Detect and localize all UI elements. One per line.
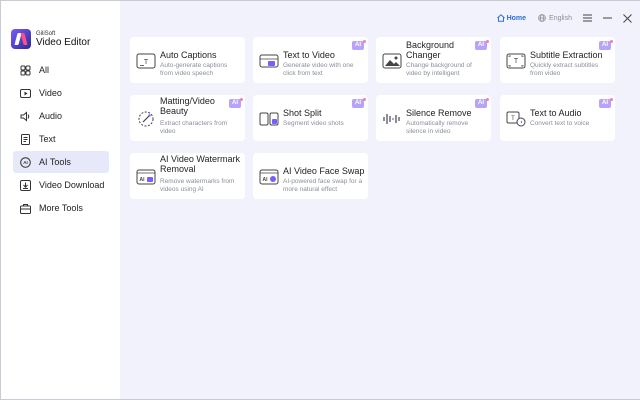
tool-card-ai-video-face-swap[interactable]: AI AI Video Face Swap AI-powered face sw… [253, 153, 368, 199]
tool-desc: Change background of video by intelligen… [406, 62, 472, 77]
tool-title: Subtitle Extraction [530, 50, 603, 60]
tool-desc: Auto-generate captions from video speech [160, 62, 228, 77]
title-bar: Home English [496, 11, 632, 25]
tool-desc: Remove watermarks from videos using AI [160, 178, 235, 193]
language-label: English [549, 14, 572, 22]
waveform-icon [383, 114, 400, 124]
brand-company: GiliSoft [36, 30, 56, 37]
sidebar-item-text[interactable]: Text [13, 128, 109, 150]
tool-title: Background Changer [406, 40, 455, 60]
tool-desc: Quickly extract subtitles from video [530, 62, 599, 77]
tool-card-matting-video-beauty[interactable]: AI Matting/Video Beauty Extract characte… [130, 95, 245, 141]
globe-icon [538, 14, 546, 22]
main-panel: Home English T Auto Captions Auto-genera… [120, 1, 640, 399]
sidebar-item-label: Video Download [39, 180, 105, 190]
sidebar-item-label: Video [39, 88, 62, 98]
ai-badge: AI [352, 98, 366, 108]
sidebar-item-more-tools[interactable]: More Tools [13, 197, 109, 219]
tool-title: Text to Video [283, 50, 335, 60]
hamburger-icon [582, 14, 592, 22]
tool-card-background-changer[interactable]: AI Background Changer Change background … [376, 37, 491, 83]
tool-desc: Extract characters from video [160, 120, 228, 135]
sidebar-item-ai-tools[interactable]: AI AI Tools [13, 151, 109, 173]
sidebar: GiliSoft Video Editor All Video Audio Te… [1, 1, 120, 399]
ai-badge: AI [599, 98, 613, 108]
ai-badge: AI [229, 98, 243, 108]
close-icon [622, 13, 632, 23]
tool-title: AI Video Face Swap [283, 166, 365, 176]
subtitle-icon: T [506, 53, 526, 69]
svg-text:AI: AI [263, 177, 269, 183]
tool-desc: Generate video with one click from text [283, 62, 354, 77]
tool-desc: AI-powered face swap for a more natural … [283, 178, 363, 193]
tool-card-silence-remove[interactable]: AI Silence Remove Automatically remove s… [376, 95, 491, 141]
tool-card-ai-video-watermark-removal[interactable]: AI AI Video Watermark Removal Remove wat… [130, 153, 245, 199]
tools-icon [20, 203, 31, 214]
tool-card-auto-captions[interactable]: T Auto Captions Auto-generate captions f… [130, 37, 245, 83]
brand-product: Video Editor [36, 36, 91, 48]
magic-wand-icon [138, 111, 154, 127]
ai-badge: AI [352, 40, 366, 50]
tool-title: Text to Audio [530, 108, 582, 118]
ai-icon: AI [20, 156, 31, 168]
app-window: GiliSoft Video Editor All Video Audio Te… [0, 0, 640, 400]
face-swap-icon: AI [259, 169, 279, 185]
tool-title: Matting/Video Beauty [160, 96, 215, 116]
svg-text:T: T [514, 58, 519, 65]
minimize-icon [602, 17, 612, 19]
close-button[interactable] [622, 13, 632, 23]
play-icon [20, 88, 31, 99]
ai-badge: AI [475, 40, 489, 50]
tool-title: Silence Remove [406, 108, 472, 118]
ai-badge: AI [475, 98, 489, 108]
app-logo-icon [11, 29, 31, 49]
grid-icon [20, 65, 31, 76]
svg-text:AI: AI [140, 177, 146, 183]
tool-desc: Convert text to voice [530, 120, 590, 127]
speaker-icon [20, 110, 31, 122]
tool-card-shot-split[interactable]: AI Shot Split Segment video shots [253, 95, 368, 141]
home-icon [496, 14, 505, 22]
sidebar-item-video-download[interactable]: Video Download [13, 174, 109, 196]
tool-title: Shot Split [283, 108, 322, 118]
sidebar-item-audio[interactable]: Audio [13, 105, 109, 127]
text-to-video-icon [259, 54, 279, 68]
sidebar-item-label: Text [39, 134, 56, 144]
sidebar-item-label: AI Tools [39, 157, 71, 167]
ai-badge: AI [599, 40, 613, 50]
tool-title: AI Video Watermark Removal [160, 154, 241, 174]
tool-desc: Automatically remove silence in video [406, 120, 469, 135]
sidebar-item-label: Audio [39, 111, 63, 121]
watermark-remove-icon: AI [136, 169, 156, 185]
sidebar-item-video[interactable]: Video [13, 82, 109, 104]
image-icon [382, 53, 402, 69]
tool-title: Auto Captions [160, 50, 217, 60]
tool-card-subtitle-extraction[interactable]: AI T Subtitle Extraction Quickly extract… [500, 37, 615, 83]
home-button[interactable]: Home [496, 14, 527, 22]
svg-text:AI: AI [23, 160, 28, 165]
language-selector[interactable]: English [538, 14, 572, 22]
tool-card-text-to-audio[interactable]: AI T Text to Audio Convert text to voice [500, 95, 615, 141]
sidebar-item-all[interactable]: All [13, 59, 109, 81]
split-icon [259, 112, 279, 126]
download-icon [20, 179, 31, 191]
svg-text:T: T [511, 116, 515, 122]
minimize-button[interactable] [602, 13, 612, 23]
text-doc-icon [20, 133, 31, 145]
sidebar-item-label: All [39, 65, 50, 75]
captions-icon: T [136, 53, 156, 69]
sidebar-item-label: More Tools [39, 203, 83, 213]
text-audio-icon: T [506, 111, 526, 127]
svg-text:T: T [144, 59, 149, 66]
home-label: Home [506, 14, 527, 22]
tool-desc: Segment video shots [283, 120, 344, 127]
tool-card-text-to-video[interactable]: AI Text to Video Generate video with one… [253, 37, 368, 83]
menu-button[interactable] [582, 13, 592, 23]
brand: GiliSoft Video Editor [11, 28, 90, 50]
